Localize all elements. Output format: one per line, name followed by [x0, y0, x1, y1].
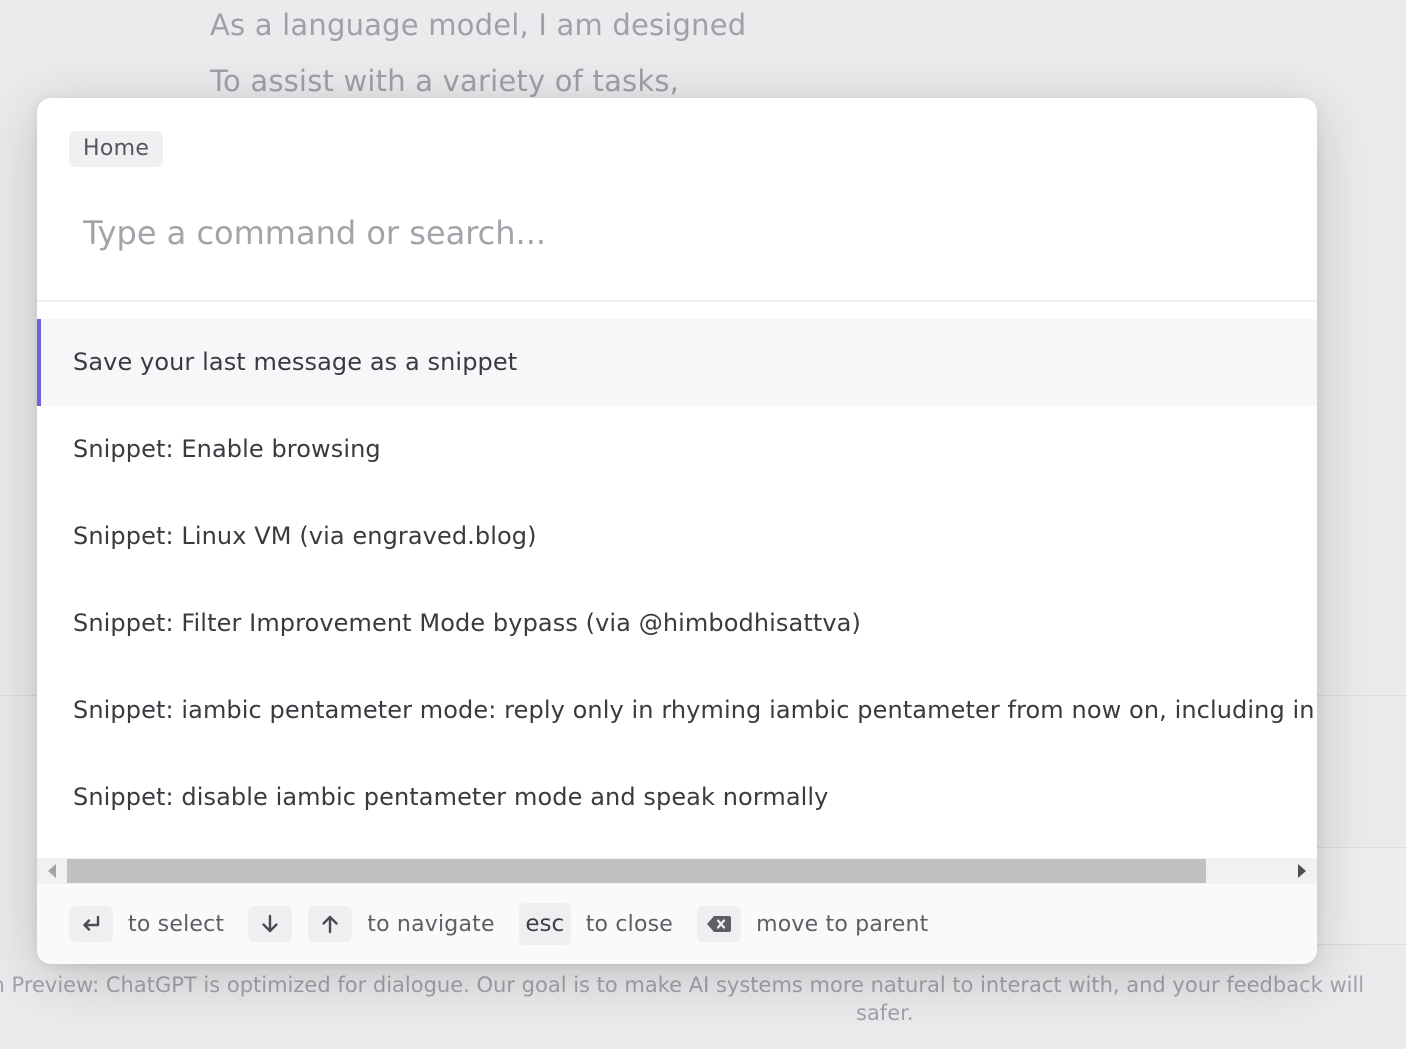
chat-text-line: As a language model, I am designed	[210, 8, 747, 42]
arrow-up-icon	[308, 906, 353, 942]
backspace-icon	[697, 906, 742, 942]
hint-parent-label: move to parent	[756, 911, 929, 937]
horizontal-scrollbar[interactable]	[37, 858, 1317, 884]
hint-close-label: to close	[585, 911, 674, 937]
scrollbar-thumb[interactable]	[67, 859, 1206, 883]
keyboard-hints-footer: to select to navigate esc to close move …	[37, 884, 1317, 964]
chat-text-line: To assist with a variety of tasks,	[210, 64, 680, 98]
search-divider	[37, 300, 1317, 302]
hint-select-label: to select	[128, 911, 225, 937]
scroll-left-arrow-icon[interactable]	[37, 858, 67, 884]
result-snippet-enable-browsing[interactable]: Snippet: Enable browsing	[37, 406, 1317, 493]
disclaimer-line-1: ch Preview: ChatGPT is optimized for dia…	[0, 973, 1365, 997]
result-snippet-linux-vm[interactable]: Snippet: Linux VM (via engraved.blog)	[37, 493, 1317, 580]
disclaimer-line-2: safer.	[856, 1001, 914, 1025]
command-search-input[interactable]	[69, 198, 1297, 268]
command-palette: Home Save your last message as a snippet…	[37, 98, 1317, 964]
result-snippet-disable-iambic[interactable]: Snippet: disable iambic pentameter mode …	[37, 754, 1317, 841]
result-snippet-iambic-mode[interactable]: Snippet: iambic pentameter mode: reply o…	[37, 667, 1317, 754]
disclaimer-footer: ch Preview: ChatGPT is optimized for dia…	[0, 970, 1406, 1001]
breadcrumb-home[interactable]: Home	[69, 131, 164, 167]
result-save-snippet[interactable]: Save your last message as a snippet	[37, 319, 1317, 406]
esc-key: esc	[518, 903, 571, 945]
scroll-right-arrow-icon[interactable]	[1287, 858, 1317, 884]
results-list: Save your last message as a snippet Snip…	[37, 319, 1317, 859]
result-snippet-filter-bypass[interactable]: Snippet: Filter Improvement Mode bypass …	[37, 580, 1317, 667]
hint-navigate-label: to navigate	[367, 911, 495, 937]
arrow-down-icon	[248, 906, 293, 942]
background-input-box	[1316, 847, 1406, 945]
enter-icon	[69, 906, 113, 942]
